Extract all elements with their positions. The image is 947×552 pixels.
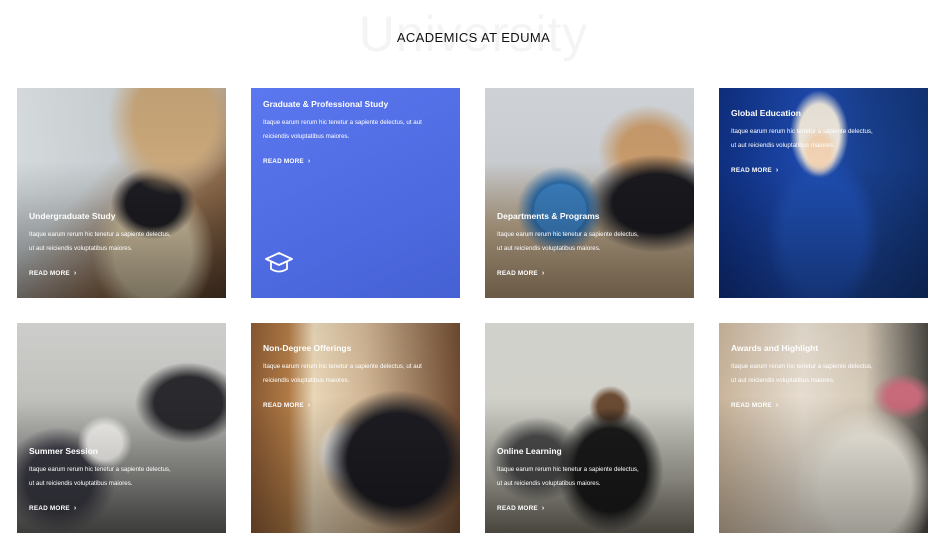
card-title[interactable]: Awards and Highlight: [731, 343, 918, 354]
card-description: Itaque earum rerum hic tenetur a sapient…: [731, 128, 873, 149]
card-departments-programs[interactable]: Departments & Programs Itaque earum reru…: [485, 88, 694, 298]
card-global-education[interactable]: Global Education Itaque earum rerum hic …: [719, 88, 928, 298]
chevron-right-icon: ›: [73, 270, 77, 277]
card-title[interactable]: Undergraduate Study: [29, 211, 216, 222]
section-title: ACADEMICS AT EDUMA: [396, 30, 551, 45]
card-title[interactable]: Online Learning: [497, 446, 684, 457]
read-more-link[interactable]: READ MORE ›: [731, 167, 778, 174]
card-content: Global Education Itaque earum rerum hic …: [731, 108, 918, 177]
card-awards-highlight[interactable]: Awards and Highlight Itaque earum rerum …: [719, 323, 928, 533]
read-more-link[interactable]: READ MORE ›: [29, 505, 76, 512]
card-content: Online Learning Itaque earum rerum hic t…: [497, 446, 684, 515]
card-description: Itaque earum rerum hic tenetur a sapient…: [497, 466, 639, 487]
read-more-link[interactable]: READ MORE ›: [497, 505, 544, 512]
card-title[interactable]: Global Education: [731, 108, 918, 119]
card-title[interactable]: Summer Session: [29, 446, 216, 457]
card-title[interactable]: Graduate & Professional Study: [263, 99, 450, 110]
card-content: Graduate & Professional Study Itaque ear…: [263, 99, 450, 168]
card-online-learning[interactable]: Online Learning Itaque earum rerum hic t…: [485, 323, 694, 533]
card-graduate-professional-study[interactable]: Graduate & Professional Study Itaque ear…: [251, 88, 460, 298]
card-non-degree-offerings[interactable]: Non-Degree Offerings Itaque earum rerum …: [251, 323, 460, 533]
chevron-right-icon: ›: [775, 167, 779, 174]
card-content: Awards and Highlight Itaque earum rerum …: [731, 343, 918, 412]
card-description: Itaque earum rerum hic tenetur a sapient…: [263, 119, 422, 140]
card-description: Itaque earum rerum hic tenetur a sapient…: [263, 363, 422, 384]
card-content: Non-Degree Offerings Itaque earum rerum …: [263, 343, 450, 412]
card-title[interactable]: Departments & Programs: [497, 211, 684, 222]
card-description: Itaque earum rerum hic tenetur a sapient…: [29, 466, 171, 487]
chevron-right-icon: ›: [73, 505, 77, 512]
card-content: Undergraduate Study Itaque earum rerum h…: [29, 211, 216, 280]
section-header: University ACADEMICS AT EDUMA: [0, 0, 947, 80]
chevron-right-icon: ›: [775, 402, 779, 409]
read-more-link[interactable]: READ MORE ›: [263, 402, 310, 409]
card-description: Itaque earum rerum hic tenetur a sapient…: [29, 231, 171, 252]
card-description: Itaque earum rerum hic tenetur a sapient…: [731, 363, 873, 384]
graduation-cap-icon: [265, 252, 293, 273]
chevron-right-icon: ›: [541, 505, 545, 512]
chevron-right-icon: ›: [307, 158, 311, 165]
card-content: Summer Session Itaque earum rerum hic te…: [29, 446, 216, 515]
read-more-link[interactable]: READ MORE ›: [497, 270, 544, 277]
card-description: Itaque earum rerum hic tenetur a sapient…: [497, 231, 639, 252]
card-content: Departments & Programs Itaque earum reru…: [497, 211, 684, 280]
read-more-link[interactable]: READ MORE ›: [263, 158, 310, 165]
card-title[interactable]: Non-Degree Offerings: [263, 343, 450, 354]
chevron-right-icon: ›: [307, 402, 311, 409]
read-more-link[interactable]: READ MORE ›: [29, 270, 76, 277]
read-more-link[interactable]: READ MORE ›: [731, 402, 778, 409]
chevron-right-icon: ›: [541, 270, 545, 277]
card-undergraduate-study[interactable]: Undergraduate Study Itaque earum rerum h…: [17, 88, 226, 298]
card-summer-session[interactable]: Summer Session Itaque earum rerum hic te…: [17, 323, 226, 533]
